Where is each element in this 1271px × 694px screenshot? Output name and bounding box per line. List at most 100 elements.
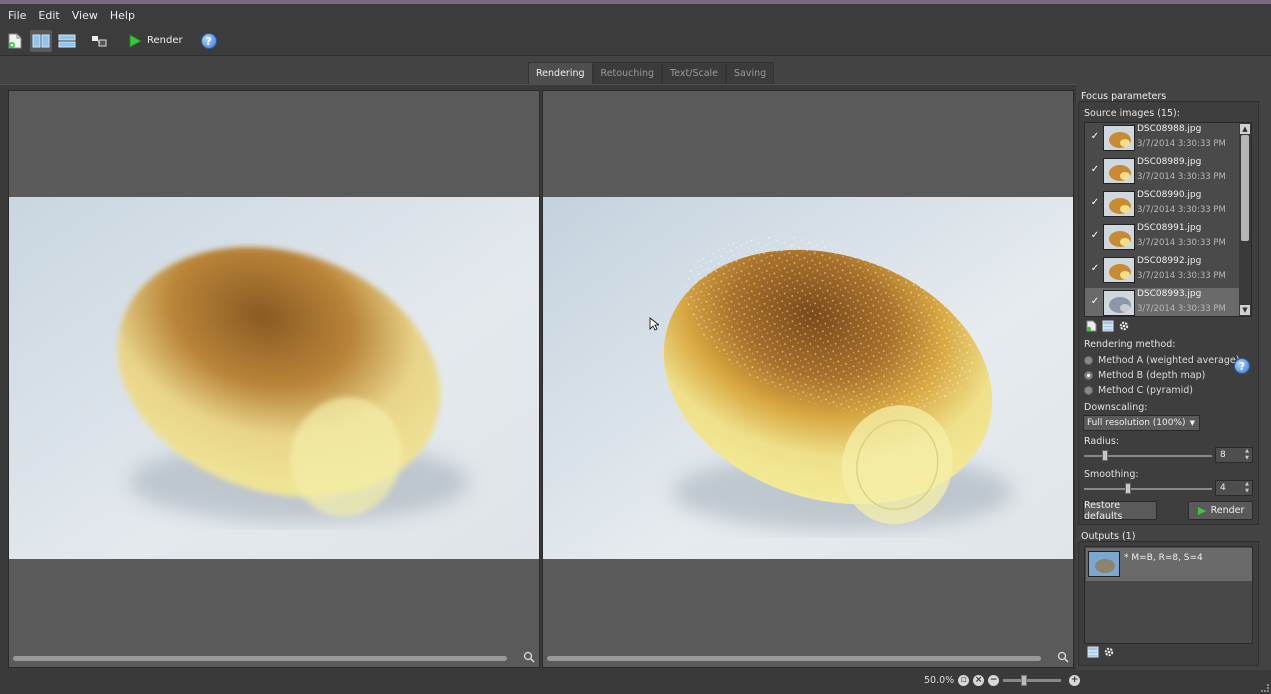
output-image-viewer[interactable]: [542, 90, 1074, 668]
menu-help[interactable]: Help: [106, 9, 143, 22]
vertical-scrollbar[interactable]: ▲ ▼: [1239, 123, 1251, 316]
add-image-icon[interactable]: [1086, 320, 1098, 332]
menu-bar: File Edit View Help: [0, 4, 1271, 26]
tab-text-scale[interactable]: Text/Scale: [662, 62, 727, 84]
downscaling-value: Full resolution (100%): [1087, 418, 1186, 428]
method-c-radio[interactable]: Method C (pyramid): [1084, 385, 1193, 396]
image-list-icon[interactable]: [1087, 646, 1099, 658]
radius-spinbox[interactable]: 8 ▲ ▼: [1215, 447, 1253, 463]
zoom-icon[interactable]: [523, 651, 535, 663]
radio-icon: [1084, 386, 1093, 395]
restore-defaults-label: Restore defaults: [1084, 499, 1123, 522]
new-project-button[interactable]: [4, 30, 26, 52]
radio-label: Method B (depth map): [1098, 370, 1206, 381]
outputs-list[interactable]: * M=B, R=8, S=4: [1084, 546, 1253, 644]
checkbox[interactable]: ✓: [1089, 263, 1101, 275]
gear-icon[interactable]: [1118, 320, 1130, 332]
downscaling-label: Downscaling:: [1084, 402, 1148, 413]
play-icon: [129, 33, 142, 48]
split-horizontal-icon: [58, 34, 76, 47]
zoom-slider[interactable]: [1003, 675, 1062, 686]
file-date: 3/7/2014 3:30:33 PM: [1137, 172, 1226, 182]
checkbox[interactable]: ✓: [1089, 131, 1101, 143]
zoom-icon[interactable]: [1057, 651, 1069, 663]
image-thumbnail: [1103, 290, 1135, 316]
scroll-down-icon[interactable]: ▼: [1240, 305, 1250, 315]
method-a-radio[interactable]: Method A (weighted average): [1084, 355, 1239, 366]
resize-grip-icon[interactable]: [1261, 684, 1269, 692]
new-document-icon: [8, 33, 22, 48]
spin-arrows-icon[interactable]: ▲ ▼: [1243, 448, 1251, 462]
radius-label: Radius:: [1084, 436, 1120, 447]
restore-defaults-button[interactable]: Restore defaults: [1083, 499, 1157, 522]
zoom-level: 50.0%: [924, 675, 955, 686]
tab-saving[interactable]: Saving: [726, 62, 775, 84]
list-item[interactable]: ✓ DSC08990.jpg 3/7/2014 3:30:33 PM: [1085, 189, 1241, 222]
checkbox[interactable]: ✓: [1089, 197, 1101, 209]
radio-label: Method C (pyramid): [1098, 385, 1194, 396]
menu-edit[interactable]: Edit: [34, 9, 67, 22]
image-thumbnail: [1103, 224, 1135, 250]
checkbox[interactable]: ✓: [1089, 296, 1101, 308]
file-name: DSC08991.jpg: [1137, 223, 1202, 233]
radio-label: Method A (weighted average): [1098, 355, 1240, 366]
list-item[interactable]: * M=B, R=8, S=4: [1086, 548, 1252, 581]
stacked-view-button[interactable]: [56, 30, 78, 52]
list-item[interactable]: ✓ DSC08988.jpg 3/7/2014 3:30:33 PM: [1085, 123, 1241, 156]
chevron-down-icon: ▼: [1189, 419, 1195, 427]
spin-arrows-icon[interactable]: ▲ ▼: [1243, 481, 1251, 495]
zoom-in-icon[interactable]: +: [1069, 675, 1081, 686]
tab-retouching[interactable]: Retouching: [592, 62, 663, 84]
method-b-radio[interactable]: Method B (depth map): [1084, 370, 1205, 381]
mouse-cursor-icon: [649, 317, 659, 331]
method-help-icon[interactable]: ?: [1234, 358, 1250, 374]
image-list-icon[interactable]: [1102, 320, 1114, 332]
menu-view[interactable]: View: [68, 9, 106, 22]
horizontal-scrollbar[interactable]: [547, 656, 1041, 661]
panel-render-button[interactable]: Render: [1188, 501, 1253, 520]
toolbar-help-button[interactable]: ?: [200, 32, 217, 49]
zoom-actual-icon[interactable]: ×: [973, 675, 985, 686]
menu-file[interactable]: File: [4, 9, 34, 22]
list-item[interactable]: ✓ DSC08992.jpg 3/7/2014 3:30:33 PM: [1085, 255, 1241, 288]
list-item[interactable]: ✓ DSC08993.jpg 3/7/2014 3:30:33 PM: [1085, 288, 1241, 316]
smoothing-value: 4: [1220, 483, 1226, 493]
slider-handle[interactable]: [1021, 675, 1028, 686]
list-item[interactable]: ✓ DSC08991.jpg 3/7/2014 3:30:33 PM: [1085, 222, 1241, 255]
scroll-up-icon[interactable]: ▲: [1240, 124, 1250, 134]
side-by-side-view-button[interactable]: [30, 29, 52, 52]
compare-icon: [92, 35, 107, 46]
source-images-list[interactable]: ✓ DSC08988.jpg 3/7/2014 3:30:33 PM ✓ DSC…: [1084, 122, 1252, 317]
radio-icon: [1084, 356, 1093, 365]
toolbar-render-button[interactable]: Render: [128, 33, 183, 48]
list-item[interactable]: ✓ DSC08989.jpg 3/7/2014 3:30:33 PM: [1085, 156, 1241, 189]
tab-rendering[interactable]: Rendering: [528, 62, 593, 84]
toolbar: Render ?: [0, 26, 1271, 56]
panel-render-label: Render: [1210, 505, 1245, 516]
file-date: 3/7/2014 3:30:33 PM: [1137, 304, 1226, 314]
scrollbar-thumb[interactable]: [1241, 135, 1249, 241]
help-icon: ?: [200, 32, 217, 49]
image-thumbnail: [1103, 257, 1135, 283]
radio-selected-icon: [1084, 371, 1093, 380]
radius-slider[interactable]: [1084, 450, 1212, 461]
source-image-viewer[interactable]: [8, 90, 540, 668]
source-images-label: Source images (15):: [1084, 108, 1180, 119]
radius-value: 8: [1220, 450, 1226, 460]
file-date: 3/7/2014 3:30:33 PM: [1137, 205, 1226, 215]
smoothing-spinbox[interactable]: 4 ▲ ▼: [1215, 480, 1253, 496]
checkbox[interactable]: ✓: [1089, 230, 1101, 242]
zoom-out-icon[interactable]: −: [988, 675, 1000, 686]
slider-handle[interactable]: [1125, 483, 1131, 494]
downscaling-select[interactable]: Full resolution (100%) ▼: [1083, 415, 1200, 431]
smoothing-slider[interactable]: [1084, 483, 1212, 494]
file-date: 3/7/2014 3:30:33 PM: [1137, 139, 1226, 149]
zoom-controls: 50.0% ▫ × − +: [924, 675, 1081, 686]
file-name: DSC08989.jpg: [1137, 157, 1202, 167]
checkbox[interactable]: ✓: [1089, 164, 1101, 176]
compare-view-button[interactable]: [88, 30, 110, 52]
zoom-fit-icon[interactable]: ▫: [958, 675, 970, 686]
gear-icon[interactable]: [1103, 646, 1115, 658]
slider-handle[interactable]: [1102, 450, 1108, 461]
horizontal-scrollbar[interactable]: [13, 656, 507, 661]
